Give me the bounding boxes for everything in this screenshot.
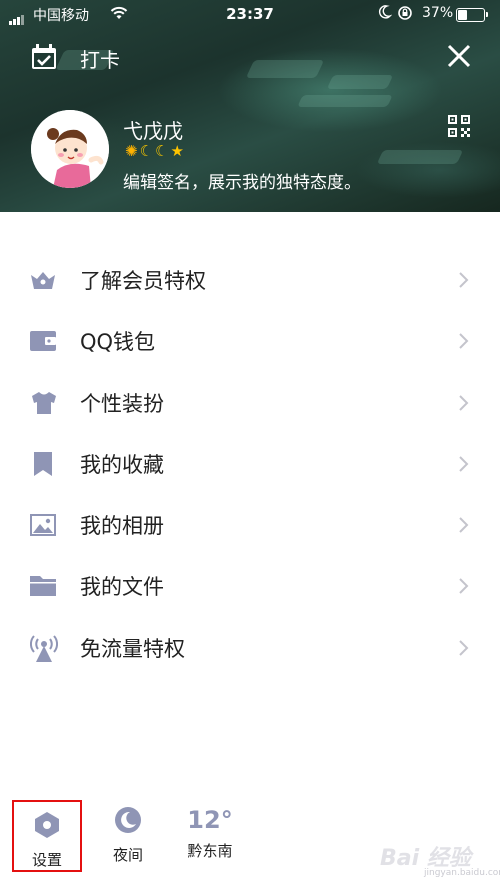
wallet-icon bbox=[30, 328, 56, 354]
calendar-check-icon[interactable] bbox=[31, 44, 57, 74]
chevron-right-icon bbox=[458, 577, 470, 599]
watermark: Bai 经验 jingyan.baidu.com bbox=[380, 840, 500, 878]
night-label: 夜间 bbox=[112, 846, 143, 864]
menu-item-favorites[interactable]: 我的收藏 bbox=[0, 433, 500, 494]
rotation-lock-icon bbox=[397, 5, 413, 25]
weather-widget[interactable]: 12° 黔东南 bbox=[180, 806, 240, 861]
watermark-url: jingyan.baidu.com bbox=[424, 868, 500, 878]
background-decoration bbox=[297, 95, 393, 107]
antenna-icon bbox=[30, 635, 58, 662]
chevron-right-icon bbox=[458, 394, 470, 416]
menu-item-themes[interactable]: 个性装扮 bbox=[0, 372, 500, 433]
level-badges[interactable]: ✺☾☾★ bbox=[125, 142, 186, 160]
menu-item-vip[interactable]: 了解会员特权 bbox=[0, 249, 500, 310]
temperature: 12° bbox=[187, 806, 233, 834]
night-mode-button[interactable]: 夜间 bbox=[106, 806, 150, 865]
star-icon: ★ bbox=[170, 142, 186, 160]
chevron-right-icon bbox=[458, 332, 470, 354]
settings-label: 设置 bbox=[31, 851, 62, 869]
sun-icon: ✺ bbox=[125, 142, 140, 160]
menu-item-label: QQ钱包 bbox=[80, 330, 156, 355]
menu-item-wallet[interactable]: QQ钱包 bbox=[0, 310, 500, 371]
chevron-right-icon bbox=[458, 639, 470, 661]
moon-icon: ☾ bbox=[155, 142, 171, 160]
signature[interactable]: 编辑签名，展示我的独特态度。 bbox=[123, 168, 361, 193]
chevron-right-icon bbox=[458, 516, 470, 538]
menu-item-label: 我的文件 bbox=[80, 575, 164, 600]
drawer-menu: 了解会员特权 QQ钱包 个性装扮 我的收藏 我的相册 我的文件 免流量特权 bbox=[0, 249, 500, 678]
nickname[interactable]: 弋戊戊 bbox=[123, 115, 183, 144]
menu-item-album[interactable]: 我的相册 bbox=[0, 494, 500, 555]
folder-icon bbox=[30, 573, 56, 599]
chevron-right-icon bbox=[458, 271, 470, 293]
checkin-label[interactable]: 打卡 bbox=[80, 44, 120, 73]
menu-item-free-data[interactable]: 免流量特权 bbox=[0, 617, 500, 678]
qr-code-icon[interactable] bbox=[448, 115, 470, 141]
city-name: 黔东南 bbox=[187, 842, 233, 860]
menu-item-label: 个性装扮 bbox=[80, 391, 164, 416]
do-not-disturb-icon bbox=[378, 4, 393, 24]
menu-item-label: 了解会员特权 bbox=[80, 269, 206, 293]
menu-item-label: 免流量特权 bbox=[80, 636, 185, 661]
menu-item-label: 我的相册 bbox=[80, 514, 164, 539]
background-decoration bbox=[376, 150, 464, 164]
status-bar: 中国移动 23:37 37% bbox=[0, 0, 500, 28]
bookmark-icon bbox=[30, 451, 56, 477]
background-decoration bbox=[326, 75, 394, 89]
crown-icon bbox=[30, 267, 56, 293]
profile-header: 中国移动 23:37 37% 打卡 弋戊戊 ✺☾☾★ 编辑签名，展示我的独特态度… bbox=[0, 0, 500, 212]
shirt-icon bbox=[30, 390, 56, 416]
background-decoration bbox=[245, 60, 325, 78]
avatar[interactable] bbox=[31, 110, 109, 188]
photo-icon bbox=[30, 512, 56, 538]
settings-button[interactable]: 设置 bbox=[12, 800, 82, 872]
battery-percent: 37% bbox=[422, 5, 454, 21]
moon-icon: ☾ bbox=[139, 142, 156, 160]
chevron-right-icon bbox=[458, 455, 470, 477]
menu-item-files[interactable]: 我的文件 bbox=[0, 555, 500, 616]
battery-icon bbox=[456, 8, 488, 22]
settings-icon bbox=[35, 812, 59, 838]
close-icon[interactable] bbox=[446, 43, 472, 73]
menu-item-label: 我的收藏 bbox=[80, 452, 164, 477]
moon-icon bbox=[115, 807, 141, 833]
